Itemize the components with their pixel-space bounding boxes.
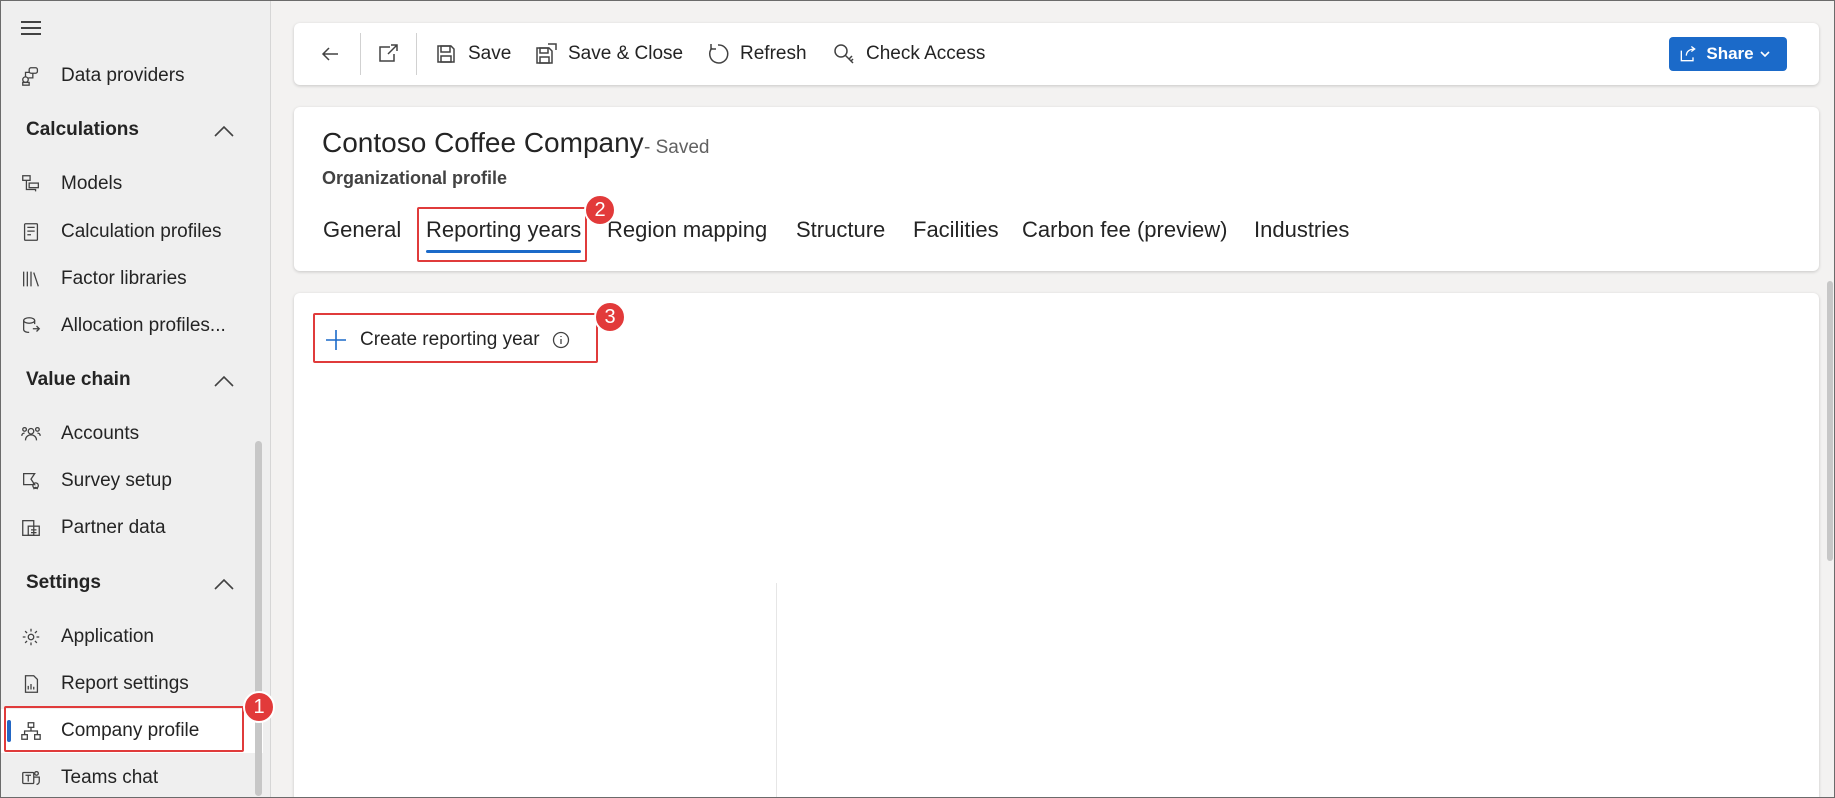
back-button[interactable] [318,23,352,85]
panel-divider [776,583,777,797]
sidebar-item-survey-setup[interactable]: Survey setup [1,459,263,503]
save-button[interactable]: Save [434,23,511,85]
command-bar: Save Save & Close Refresh Check Access S… [294,23,1819,85]
refresh-label: Refresh [740,43,807,64]
callout-badge-1: 1 [243,691,275,723]
sidebar-section-value-chain[interactable]: Value chain [1,358,263,402]
sidebar-item-calculation-profiles[interactable]: Calculation profiles [1,210,263,254]
tab-carbon-fee[interactable]: Carbon fee (preview) [1022,217,1227,243]
sidebar-item-label: Data providers [61,65,185,86]
sidebar-item-teams-chat[interactable]: Teams chat [1,756,263,797]
allocation-profiles-icon [19,314,43,338]
section-title: Value chain [26,369,131,390]
sidebar-item-data-providers[interactable]: Data providers [1,54,263,98]
refresh-button[interactable]: Refresh [706,23,807,85]
share-button[interactable]: Share [1669,37,1787,71]
sidebar-item-label: Teams chat [61,767,159,788]
tab-structure[interactable]: Structure [796,217,885,243]
toolbar-separator [416,33,417,75]
save-label: Save [468,43,512,64]
check-access-button[interactable]: Check Access [832,23,985,85]
sidebar-item-label: Partner data [61,517,166,538]
callout-badge-2: 2 [584,194,616,226]
sidebar-item-label: Survey setup [61,470,172,491]
key-search-icon [834,44,854,64]
tab-general[interactable]: General [323,217,401,243]
chevron-down-icon [1760,51,1770,58]
share-label: Share [1706,44,1754,63]
sidebar-item-label: Factor libraries [61,268,187,289]
chevron-up-icon [213,575,235,590]
chevron-up-icon [213,372,235,387]
arrow-left-icon [321,47,338,61]
sidebar-scrollbar[interactable] [255,441,262,796]
floppy-disk-icon [437,45,455,63]
teams-icon [19,766,43,790]
data-providers-icon [19,64,43,88]
sidebar-item-label: Calculation profiles [61,221,222,242]
sidebar-section-calculations[interactable]: Calculations [1,108,263,152]
reporting-years-panel: Create reporting year [294,293,1819,797]
sidebar-item-accounts[interactable]: Accounts [1,412,263,456]
record-subtitle: Organizational profile [322,168,508,188]
callout-box-1 [4,706,244,752]
report-settings-icon [19,672,43,696]
sidebar-item-label: Accounts [61,423,140,444]
section-title: Settings [26,572,101,593]
hamburger-menu-icon[interactable] [21,21,43,39]
sidebar-item-report-settings[interactable]: Report settings [1,662,263,706]
share-icon [1681,45,1697,62]
save-close-label: Save & Close [568,43,684,64]
models-icon [19,172,43,196]
sidebar: Data providers Calculations Models Calcu… [1,1,271,797]
sidebar-item-label: Report settings [61,673,189,694]
sidebar-item-application[interactable]: Application [1,615,263,659]
sidebar-section-settings[interactable]: Settings [1,561,263,605]
survey-setup-icon [19,469,43,493]
save-close-icon [536,43,557,64]
toolbar-separator [360,33,361,75]
factor-libraries-icon [19,267,43,291]
sidebar-item-label: Allocation profiles... [61,315,226,336]
sidebar-item-allocation-profiles[interactable]: Allocation profiles... [1,304,263,348]
callout-box-3 [313,313,598,363]
gear-icon [19,625,43,649]
check-access-label: Check Access [866,43,986,64]
open-in-new-window-icon [379,44,398,62]
open-new-window-button[interactable] [376,23,410,85]
chevron-up-icon [213,122,235,137]
partner-data-icon [19,516,43,540]
main-scrollbar[interactable] [1827,281,1833,561]
sidebar-item-factor-libraries[interactable]: Factor libraries [1,257,263,301]
tab-region-mapping[interactable]: Region mapping [607,217,767,243]
section-title: Calculations [26,119,139,140]
accounts-icon [19,422,43,446]
record-save-status: - Saved [644,137,710,158]
callout-box-2 [417,207,587,262]
sidebar-item-models[interactable]: Models [1,162,263,206]
sidebar-item-partner-data[interactable]: Partner data [1,506,263,550]
app-frame: Data providers Calculations Models Calcu… [0,0,1835,798]
tab-industries[interactable]: Industries [1254,217,1349,243]
record-title: Contoso Coffee Company [322,127,644,158]
sidebar-item-label: Models [61,173,123,194]
calculation-profiles-icon [19,220,43,244]
callout-badge-3: 3 [594,301,626,333]
sidebar-item-label: Application [61,626,154,647]
tab-facilities[interactable]: Facilities [913,217,999,243]
refresh-icon [709,44,729,64]
save-close-button[interactable]: Save & Close [534,23,683,85]
